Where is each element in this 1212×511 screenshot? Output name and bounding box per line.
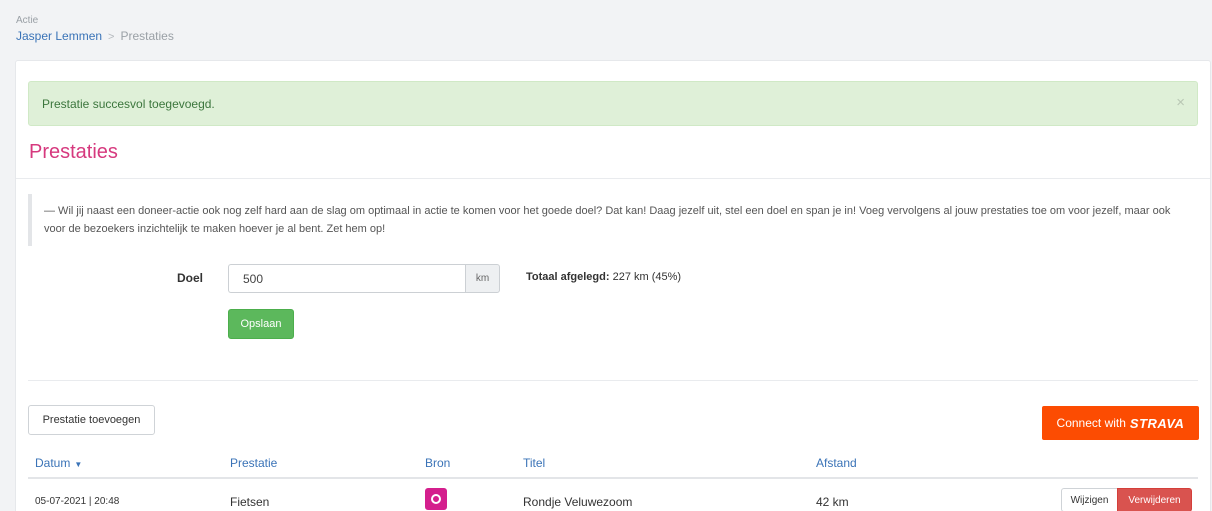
intro-blockquote: — Wil jij naast een doneer-actie ook nog… (28, 194, 1198, 246)
goal-input-group: km (228, 264, 500, 293)
close-icon[interactable]: × (1176, 94, 1185, 111)
page-title: Prestaties (29, 141, 118, 163)
column-header-bron[interactable]: Bron (425, 456, 450, 470)
sort-down-icon: ▼ (74, 460, 83, 469)
save-button[interactable]: Opslaan (228, 309, 294, 339)
total-value: 227 km (45%) (612, 271, 682, 283)
total-distance: Totaal afgelegd: 227 km (45%) (526, 271, 681, 283)
main-panel: Prestatie succesvol toegevoegd. × Presta… (15, 60, 1211, 511)
goal-label: Doel (177, 271, 204, 285)
cell-titel: Rondje Veluwezoom (523, 495, 633, 509)
delete-button[interactable]: Verwijderen (1117, 488, 1192, 511)
form-divider (28, 380, 1198, 381)
alert-message: Prestatie succesvol toegevoegd. (42, 97, 215, 111)
add-performance-button[interactable]: Prestatie toevoegen (28, 405, 155, 435)
cell-datum: 05-07-2021 | 20:48 (35, 496, 120, 507)
cell-afstand: 42 km (816, 495, 849, 509)
breadcrumb-separator-icon: > (108, 31, 115, 43)
page-header: Actie Jasper Lemmen > Prestaties (0, 0, 1212, 58)
goal-unit-addon: km (465, 264, 500, 293)
section-label: Actie (16, 15, 39, 26)
breadcrumb: Jasper Lemmen > Prestaties (16, 29, 174, 43)
column-header-titel[interactable]: Titel (523, 456, 545, 470)
strava-logo-text: STRAVA (1129, 415, 1185, 431)
strava-prefix: Connect with (1056, 416, 1126, 430)
table-header-divider (28, 477, 1198, 479)
breadcrumb-parent-link[interactable]: Jasper Lemmen (16, 29, 102, 43)
strava-app-icon (425, 488, 447, 510)
goal-input[interactable] (228, 264, 465, 293)
column-header-prestatie[interactable]: Prestatie (230, 456, 277, 470)
breadcrumb-current: Prestaties (120, 29, 174, 43)
connect-strava-button[interactable]: Connect with STRAVA (1042, 406, 1199, 440)
success-alert: Prestatie succesvol toegevoegd. × (28, 81, 1198, 126)
column-header-afstand[interactable]: Afstand (816, 456, 857, 470)
column-header-datum[interactable]: Datum ▼ (35, 456, 82, 470)
column-header-label: Datum (35, 456, 71, 470)
title-divider (16, 178, 1210, 179)
edit-button[interactable]: Wijzigen (1061, 488, 1118, 511)
cell-prestatie: Fietsen (230, 495, 270, 509)
total-label: Totaal afgelegd: (526, 271, 610, 283)
